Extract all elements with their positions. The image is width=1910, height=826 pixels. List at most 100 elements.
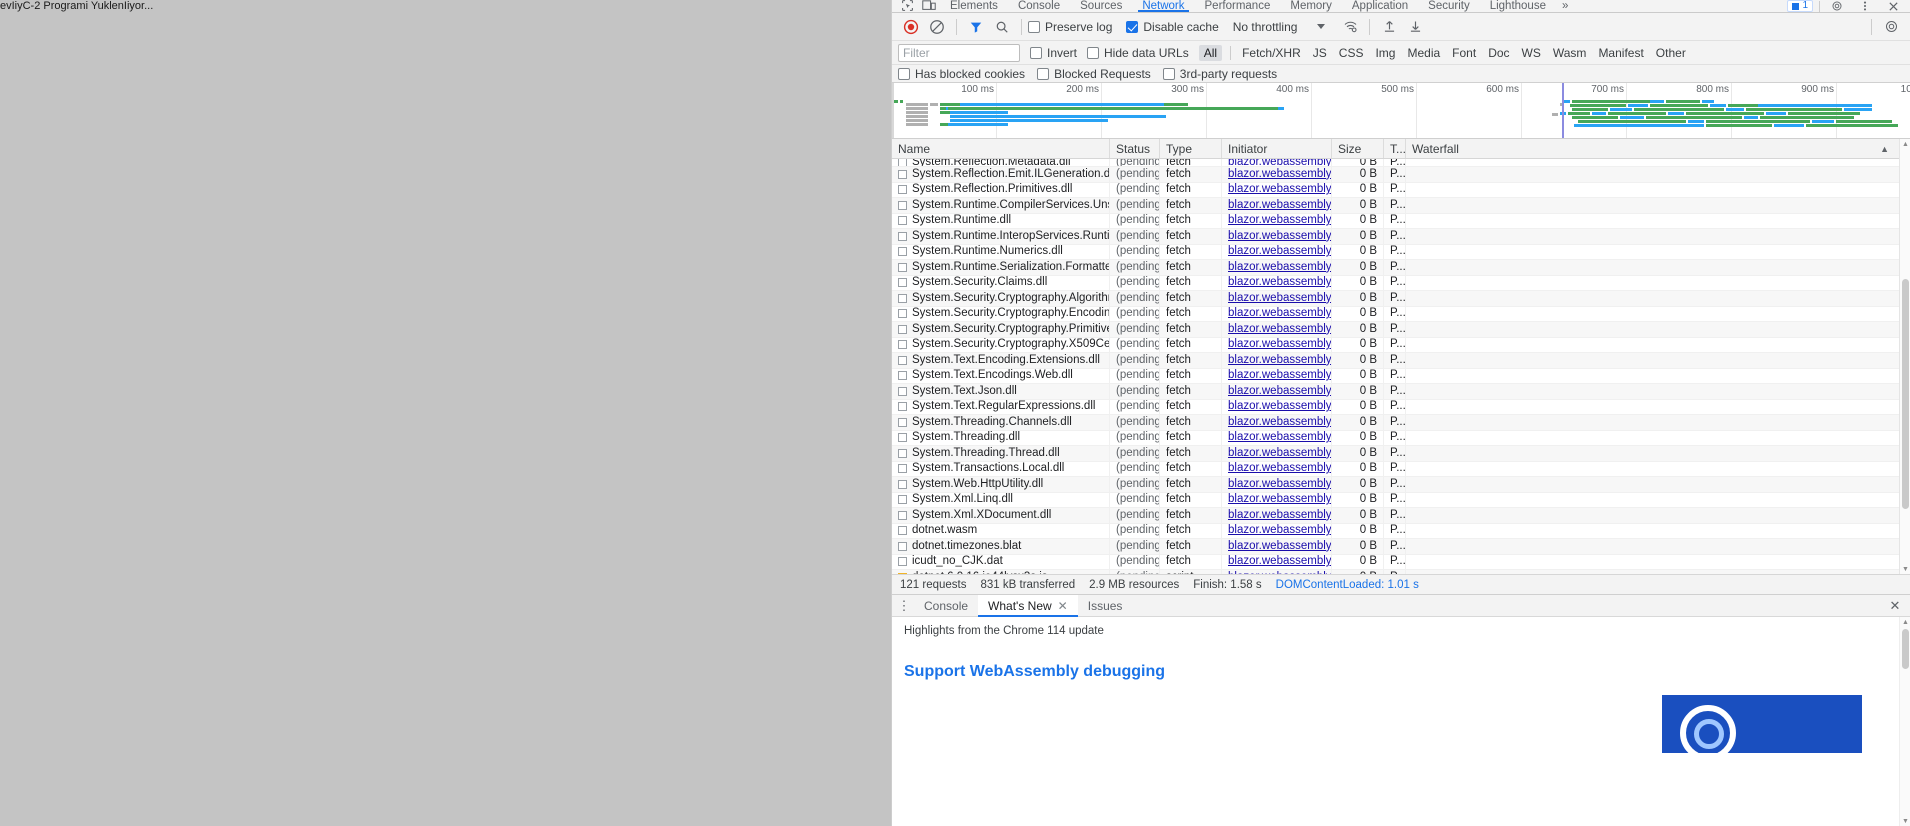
request-name-cell[interactable]: System.Transactions.Local.dll (892, 461, 1110, 477)
scrollbar-thumb[interactable] (1902, 279, 1909, 509)
initiator-link[interactable]: blazor.webassembly.js:1 (1228, 168, 1331, 180)
has-blocked-cookies-checkbox[interactable]: Has blocked cookies (898, 67, 1025, 81)
filter-input[interactable]: Filter (898, 43, 1020, 62)
table-row[interactable]: icudt_no_CJK.dat (pending) fetch blazor.web… (892, 554, 1910, 570)
table-row[interactable]: System.Runtime.Numerics.dll (pending) fetc… (892, 244, 1910, 260)
issues-counter-badge[interactable]: 1 (1787, 0, 1813, 12)
initiator-link[interactable]: blazor.webassembly.js:1 (1228, 524, 1331, 536)
initiator-link[interactable]: blazor.webassembly.js:1 (1228, 400, 1331, 412)
table-row[interactable]: System.Runtime.dll (pending) fetch blazor.w… (892, 213, 1910, 229)
tab-network[interactable]: Network (1132, 0, 1194, 12)
request-name-cell[interactable]: dotnet.timezones.blat (892, 538, 1110, 554)
table-row[interactable]: System.Threading.Channels.dll (pending) fe… (892, 414, 1910, 431)
drawer-tab-issues[interactable]: Issues (1078, 595, 1133, 617)
filter-type-js[interactable]: JS (1308, 45, 1332, 61)
request-initiator-cell[interactable]: blazor.webassembly.js:1 (1222, 290, 1332, 306)
table-row[interactable]: dotnet.6.0.16.je44lvsx3s.js (pending)scri… (892, 569, 1910, 574)
table-row[interactable]: dotnet.timezones.blat (pending) fetch blazo… (892, 538, 1910, 555)
initiator-link[interactable]: blazor.webassembly.js:1 (1228, 385, 1331, 397)
request-initiator-cell[interactable]: blazor.webassembly.js:1 (1222, 321, 1332, 337)
tab-application[interactable]: Application (1342, 0, 1418, 12)
request-initiator-cell[interactable]: blazor.webassembly.js:1 (1222, 244, 1332, 260)
initiator-link[interactable]: blazor.webassembly.js:1 (1228, 230, 1331, 242)
table-row[interactable]: System.Xml.XDocument.dll (pending) fetch bl… (892, 507, 1910, 524)
drawer-scrollbar-thumb[interactable] (1902, 629, 1909, 669)
drawer-scroll-down-arrow-icon[interactable]: ▼ (1900, 816, 1910, 826)
drawer-close-icon[interactable]: ✕ (1882, 598, 1908, 614)
third-party-requests-checkbox[interactable]: 3rd-party requests (1162, 67, 1277, 81)
request-initiator-cell[interactable]: blazor.webassembly.js:1 (1222, 476, 1332, 492)
blocked-requests-checkbox[interactable]: Blocked Requests (1037, 67, 1151, 81)
drawer-scrollbar[interactable]: ▲ ▼ (1899, 617, 1910, 826)
request-initiator-cell[interactable]: blazor.webassembly.js:1 (1222, 306, 1332, 322)
initiator-link[interactable]: blazor.webassembly.js:1 (1228, 199, 1331, 211)
filter-type-fetch-xhr[interactable]: Fetch/XHR (1237, 45, 1306, 61)
column-header-status[interactable]: Status (1110, 139, 1160, 158)
record-stop-icon[interactable] (898, 15, 924, 39)
search-icon[interactable] (989, 15, 1015, 39)
initiator-link[interactable]: blazor.webassembly.js:1 (1228, 540, 1331, 552)
column-header-initiator[interactable]: Initiator (1222, 139, 1332, 158)
inspect-element-icon[interactable] (896, 0, 918, 12)
web-page-viewport[interactable]: evIiyC-2 Programi YuklenIiyor... (0, 0, 891, 826)
request-initiator-cell[interactable]: blazor.webassembly.js:1 (1222, 383, 1332, 399)
initiator-link[interactable]: blazor.webassembly.js:1 (1228, 323, 1331, 335)
drawer-tab-whats-new[interactable]: What's New ✕ (978, 594, 1078, 617)
initiator-link[interactable]: blazor.webassembly.js:1 (1228, 307, 1331, 319)
filter-type-all[interactable]: All (1198, 44, 1223, 61)
request-name-cell[interactable]: System.Text.Encoding.Extensions.dll (892, 352, 1110, 368)
initiator-link[interactable]: blazor.webassembly.js:1 (1228, 276, 1331, 288)
table-row[interactable]: System.Runtime.Serialization.Formatters.… (892, 259, 1910, 276)
table-row[interactable]: System.Threading.Thread.dll (pending) fetc… (892, 445, 1910, 462)
table-row[interactable]: System.Reflection.Emit.ILGeneration.dll(… (892, 166, 1910, 183)
table-row[interactable]: dotnet.wasm (pending) fetch blazor.webassem… (892, 523, 1910, 539)
initiator-link[interactable]: blazor.webassembly.js:1 (1228, 261, 1331, 273)
initiator-link[interactable]: blazor.webassembly.js:1 (1228, 416, 1331, 428)
initiator-link[interactable]: blazor.webassembly.js:1 (1228, 338, 1331, 350)
network-settings-gear-icon[interactable] (1878, 15, 1904, 39)
table-row[interactable]: System.Security.Claims.dll (pending) fetch… (892, 275, 1910, 291)
request-name-cell[interactable]: System.Reflection.Primitives.dll (892, 182, 1110, 198)
initiator-link[interactable]: blazor.webassembly.js:1 (1228, 245, 1331, 257)
request-initiator-cell[interactable]: blazor.webassembly.js:1 (1222, 213, 1332, 229)
tab-lighthouse[interactable]: Lighthouse (1480, 0, 1556, 12)
request-initiator-cell[interactable]: blazor.webassembly.js:1 (1222, 337, 1332, 353)
initiator-link[interactable]: blazor.webassembly.js:1 (1228, 214, 1331, 226)
request-initiator-cell[interactable]: blazor.webassembly.js:1 (1222, 182, 1332, 198)
request-name-cell[interactable]: dotnet.wasm (892, 523, 1110, 539)
close-icon[interactable] (1882, 0, 1904, 12)
initiator-link[interactable]: blazor.webassembly.js:1 (1228, 354, 1331, 366)
kebab-menu-icon[interactable] (1854, 0, 1876, 12)
request-name-cell[interactable]: System.Security.Cryptography.X509Certifi… (892, 337, 1110, 353)
request-name-cell[interactable]: System.Runtime.CompilerServices.Unsafe.d… (892, 197, 1110, 213)
export-har-icon[interactable] (1402, 15, 1428, 39)
whats-new-article-heading[interactable]: Support WebAssembly debugging (892, 637, 1910, 681)
request-name-cell[interactable]: System.Runtime.InteropServices.RuntimeIn… (892, 228, 1110, 244)
initiator-link[interactable]: blazor.webassembly.js:1 (1228, 431, 1331, 443)
invert-checkbox[interactable]: Invert (1030, 46, 1077, 60)
table-row[interactable]: System.Web.HttpUtility.dll (pending) fetch… (892, 476, 1910, 493)
initiator-link[interactable]: blazor.webassembly.js:1 (1228, 571, 1331, 574)
request-initiator-cell[interactable]: blazor.webassembly.js:1 (1222, 507, 1332, 523)
initiator-link[interactable]: blazor.webassembly.js:1 (1228, 183, 1331, 195)
column-header-time[interactable]: T... (1384, 139, 1406, 158)
hide-data-urls-checkbox[interactable]: Hide data URLs (1087, 46, 1189, 60)
request-name-cell[interactable]: System.Web.HttpUtility.dll (892, 476, 1110, 492)
filter-type-doc[interactable]: Doc (1483, 45, 1514, 61)
request-initiator-cell[interactable]: blazor.webassembly.js:1 (1222, 430, 1332, 446)
request-name-cell[interactable]: System.Text.Encodings.Web.dll (892, 368, 1110, 384)
request-name-cell[interactable]: System.Runtime.Numerics.dll (892, 244, 1110, 260)
device-toolbar-icon[interactable] (918, 0, 940, 12)
scroll-up-arrow-icon[interactable]: ▲ (1900, 139, 1910, 149)
request-name-cell[interactable]: System.Security.Cryptography.Encoding.dl… (892, 306, 1110, 322)
request-name-cell[interactable]: System.Xml.XDocument.dll (892, 507, 1110, 523)
column-header-type[interactable]: Type (1160, 139, 1222, 158)
filter-funnel-icon[interactable] (963, 15, 989, 39)
request-name-cell[interactable]: System.Threading.dll (892, 430, 1110, 446)
network-overview-timeline[interactable]: 100 ms 200 ms 300 ms 400 ms 500 ms 600 m… (892, 83, 1910, 139)
request-initiator-cell[interactable]: blazor.webassembly.js:1 (1222, 275, 1332, 291)
table-row[interactable]: System.Security.Cryptography.Algorithms.… (892, 290, 1910, 307)
request-name-cell[interactable]: System.Threading.Thread.dll (892, 445, 1110, 461)
request-name-cell[interactable]: System.Security.Cryptography.Algorithms.… (892, 290, 1110, 306)
import-har-icon[interactable] (1376, 15, 1402, 39)
